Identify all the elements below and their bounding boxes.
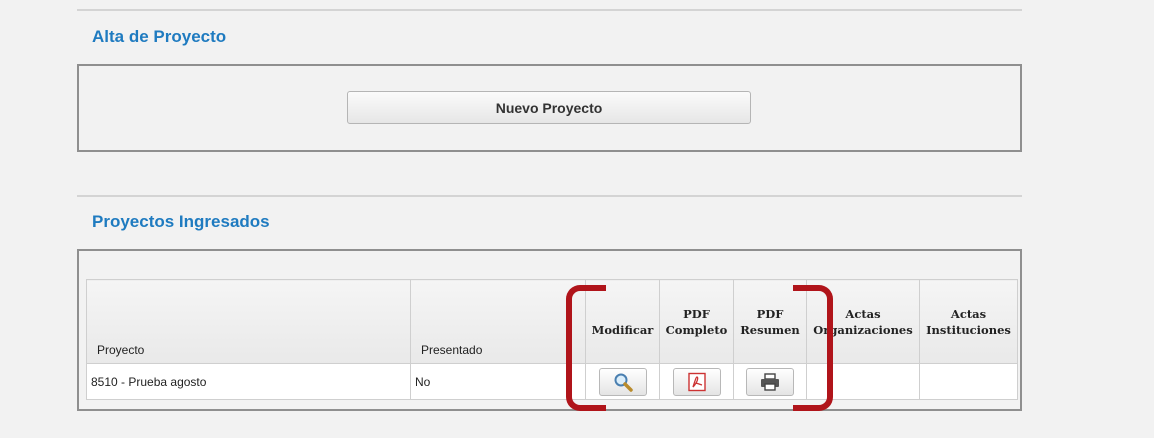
col-header-proyecto: Proyecto bbox=[86, 279, 411, 364]
middle-divider bbox=[77, 195, 1022, 197]
pdf-icon bbox=[687, 372, 706, 391]
highlight-bracket-right bbox=[793, 285, 833, 411]
ingresados-section-title: Proyectos Ingresados bbox=[92, 212, 270, 231]
cell-pdf-completo bbox=[659, 363, 734, 400]
col-header-actas-inst-line1: Actas bbox=[950, 306, 987, 321]
magnifier-icon bbox=[614, 373, 633, 392]
cell-actas-instituciones bbox=[919, 363, 1018, 400]
col-header-pdf-completo: PDF Completo bbox=[659, 279, 734, 364]
printer-icon bbox=[761, 372, 779, 391]
cell-presentado: No bbox=[410, 363, 586, 400]
pdf-resumen-button[interactable] bbox=[746, 367, 794, 396]
table-header-row: Proyecto Presentado Modificar PDF Comple… bbox=[86, 279, 1018, 364]
highlight-bracket-left bbox=[566, 285, 606, 411]
table-row: 8510 - Prueba agosto No bbox=[86, 363, 1018, 400]
nuevo-proyecto-button[interactable]: Nuevo Proyecto bbox=[347, 91, 751, 124]
projects-table: Proyecto Presentado Modificar PDF Comple… bbox=[86, 279, 1018, 400]
col-header-pdf-completo-line1: PDF bbox=[683, 306, 710, 321]
col-header-presentado: Presentado bbox=[410, 279, 586, 364]
alta-section-title: Alta de Proyecto bbox=[92, 27, 227, 46]
pdf-completo-button[interactable] bbox=[672, 367, 721, 396]
cell-proyecto: 8510 - Prueba agosto bbox=[86, 363, 411, 400]
page: Alta de Proyecto Nuevo Proyecto Proyecto… bbox=[0, 0, 1154, 438]
col-header-actas-inst-line2: Instituciones bbox=[926, 322, 1011, 337]
col-header-actas-instituciones: Actas Instituciones bbox=[919, 279, 1018, 364]
col-header-pdf-completo-line2: Completo bbox=[665, 322, 728, 337]
top-divider bbox=[77, 9, 1022, 11]
